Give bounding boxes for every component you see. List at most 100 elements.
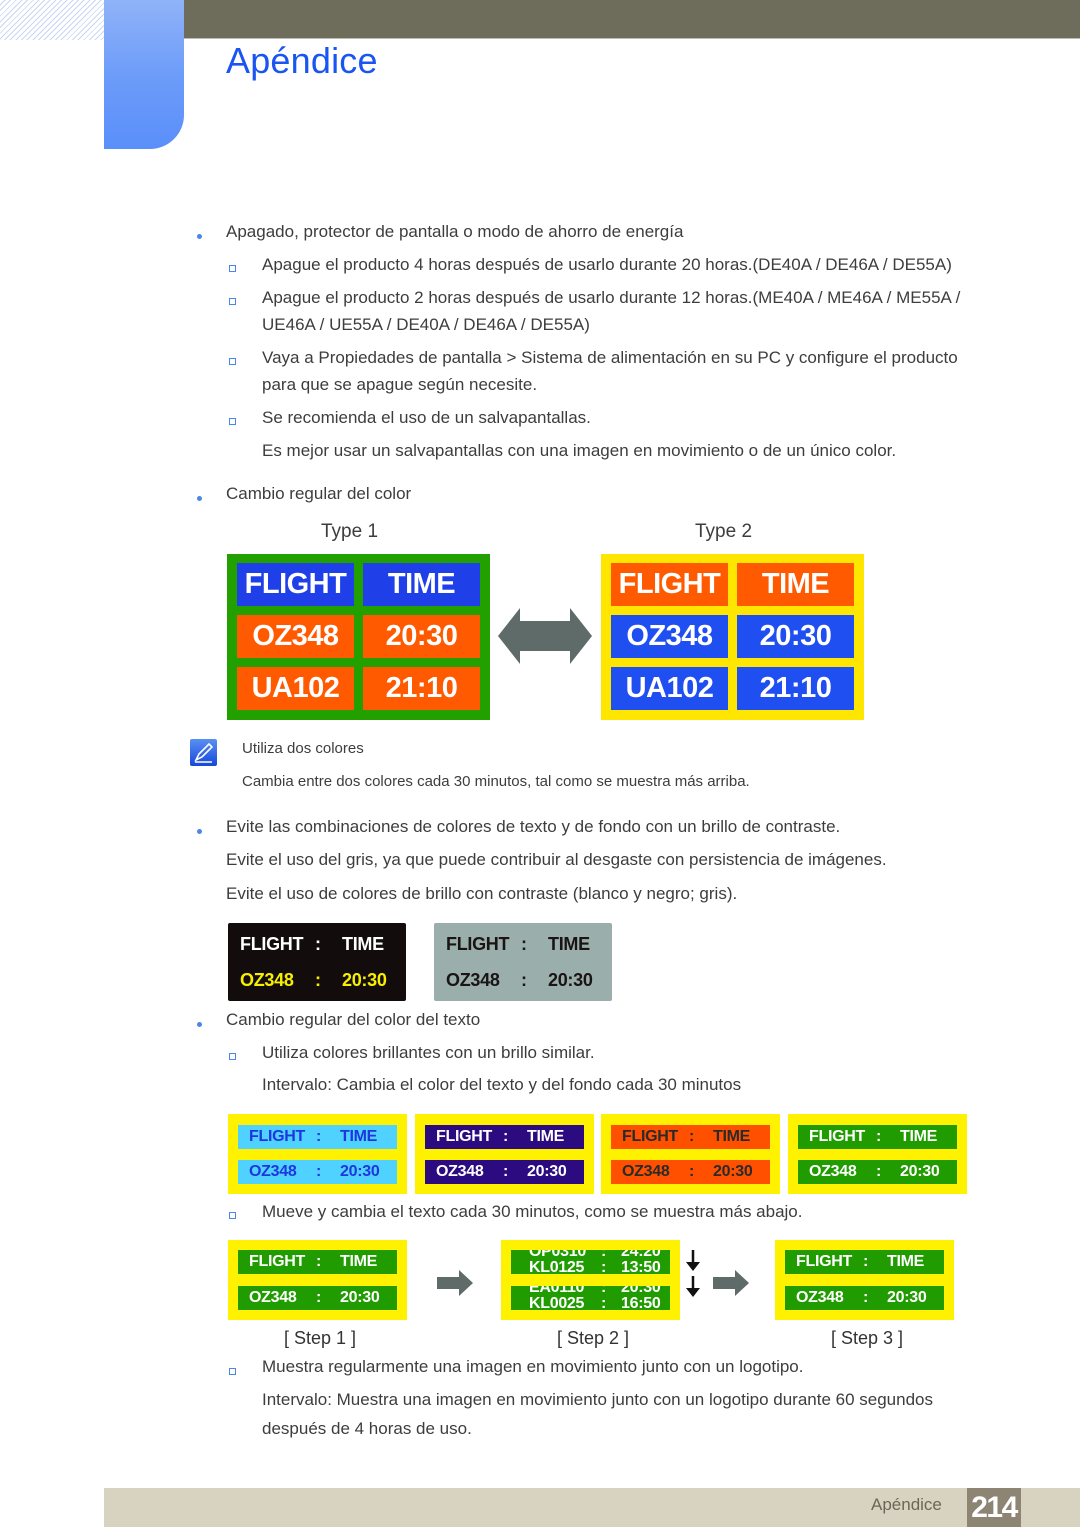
cell-text: 20:30 (548, 969, 593, 990)
cell-text: OZ348 (240, 969, 294, 990)
page-number: 214 (967, 1488, 1021, 1527)
separator: : (863, 1253, 869, 1270)
cell-text: TIME (548, 933, 590, 954)
board-header-cell: TIME (363, 563, 480, 606)
separator: : (689, 1163, 695, 1180)
board-header-row: FLIGHT: TIME (425, 1125, 584, 1149)
sub-bullet-icon (229, 418, 236, 425)
separator: : (316, 1128, 322, 1145)
separator: : (316, 1253, 322, 1270)
board-data-cell: 21:10 (363, 667, 480, 710)
sub-bullet-icon (229, 1212, 236, 1219)
page-title: Apéndice (226, 40, 378, 81)
cell-text: OZ348 (622, 1163, 670, 1180)
list-item-detail: Intervalo: Muestra una imagen en movimie… (262, 1390, 933, 1409)
board-header-row: FLIGHT: TIME (611, 1125, 770, 1149)
flight-board-type1: FLIGHT TIME OZ348 20:30 UA102 21:10 (227, 554, 490, 720)
board-data-row: OZ348:20:30 (785, 1286, 944, 1310)
scrolling-text-line: KL0025:16:50 (511, 1295, 670, 1311)
cell-text: 20:30 (713, 1163, 753, 1180)
cell-text: OZ348 (436, 1163, 484, 1180)
board-data-row: OZ348:20:30 (434, 967, 612, 993)
step2-label: [ Step 2 ] (557, 1328, 630, 1348)
separator: : (503, 1163, 509, 1180)
scrolling-text-box: OP0310:24:20 KL0125:13:50 (511, 1250, 670, 1274)
bullet-icon (197, 496, 202, 501)
note-title: Utiliza dos colores (242, 740, 364, 757)
bullet-icon (197, 234, 202, 239)
type1-label: Type 1 (321, 521, 379, 542)
board-data-row: OZ348: 20:30 (611, 1160, 770, 1184)
cell-text: OZ348 (249, 1163, 297, 1180)
board-header-cell: FLIGHT (611, 563, 728, 606)
list-item-detail: después de 4 horas de uso. (262, 1419, 472, 1438)
sub-bullet-icon (229, 298, 236, 305)
sub-bullet-icon (229, 1368, 236, 1375)
cell-text: FLIGHT (796, 1253, 852, 1270)
cell-text: TIME (900, 1128, 938, 1145)
cell-text: FLIGHT (240, 933, 304, 954)
separator: : (689, 1128, 695, 1145)
separator: : (601, 1259, 607, 1275)
cell-text: KL0025 (529, 1295, 585, 1311)
paragraph: Evite el uso de colores de brillo con co… (226, 884, 738, 903)
bullet-icon (197, 1022, 202, 1027)
scroll-down-arrows-icon (686, 1250, 700, 1297)
cell-text: FLIGHT (436, 1128, 492, 1145)
sub-bullet-icon (229, 1053, 236, 1060)
scrolling-text-line: KL0125:13:50 (511, 1259, 670, 1275)
separator: : (315, 933, 321, 954)
step3-board: FLIGHT: TIME OZ348: 20:30 (775, 1240, 954, 1320)
board-header-row: FLIGHT: TIME (434, 931, 612, 957)
separator: : (521, 933, 527, 954)
cell-text: 20:30 (887, 1289, 927, 1306)
step1-board: FLIGHT: TIME OZ348: 20:30 (228, 1240, 407, 1320)
board-data-cell: UA102 (611, 667, 728, 710)
flight-board-type2: FLIGHT TIME OZ348 20:30 UA102 21:10 (601, 554, 864, 720)
cell-text: TIME (887, 1253, 925, 1270)
cell-text: TIME (342, 933, 384, 954)
note-text: Cambia entre dos colores cada 30 minutos… (242, 773, 750, 790)
cell-text: OZ348 (249, 1289, 297, 1306)
step3-label: [ Step 3 ] (831, 1328, 904, 1348)
contrast-example-gray: FLIGHT: TIME OZ348:20:30 (434, 923, 612, 1001)
list-item-continuation: UE46A / UE55A / DE40A / DE46A / DE55A) (262, 315, 590, 334)
right-arrow-icon (437, 1270, 473, 1296)
cell-text: 20:30 (900, 1163, 940, 1180)
board-header-cell: FLIGHT (237, 563, 354, 606)
cell-text: TIME (713, 1128, 751, 1145)
list-item: Mueve y cambia el texto cada 30 minutos,… (262, 1202, 803, 1221)
double-arrow-icon (498, 608, 592, 664)
cell-text: 20:30 (340, 1163, 380, 1180)
bullet-icon (197, 829, 202, 834)
board-header-row: FLIGHT: TIME (228, 931, 406, 957)
board-header-row: FLIGHT: TIME (238, 1250, 397, 1274)
board-header-cell: TIME (737, 563, 854, 606)
cell-text: TIME (527, 1128, 565, 1145)
list-item: Muestra regularmente una imagen en movim… (262, 1357, 804, 1376)
cell-text: TIME (340, 1253, 378, 1270)
list-item: Se recomienda el uso de un salvapantalla… (262, 408, 591, 427)
board-data-cell: 20:30 (363, 615, 480, 658)
board-data-cell: 21:10 (737, 667, 854, 710)
footer-section-label: Apéndice (871, 1495, 942, 1514)
board-data-cell: OZ348 (611, 615, 728, 658)
step2-board: OP0310:24:20 KL0125:13:50 EA0110:20:30 KL00… (501, 1240, 680, 1320)
board-data-row: OZ348:20:30 (238, 1286, 397, 1310)
separator: : (863, 1289, 869, 1306)
chapter-tab (104, 0, 184, 149)
section-heading: Apagado, protector de pantalla o modo de… (226, 222, 684, 241)
board-data-cell: OZ348 (237, 615, 354, 658)
board-data-row: OZ348:20:30 (425, 1160, 584, 1184)
separator: : (503, 1128, 509, 1145)
list-item-detail: Intervalo: Cambia el color del texto y d… (262, 1075, 742, 1094)
section-heading: Cambio regular del color del texto (226, 1010, 481, 1029)
contrast-example-dark: FLIGHT: TIME OZ348:20:30 (228, 923, 406, 1001)
list-item-detail: Es mejor usar un salvapantallas con una … (262, 441, 897, 460)
cell-text: FLIGHT (249, 1128, 305, 1145)
board-header-row: FLIGHT: TIME (238, 1125, 397, 1149)
cell-text: FLIGHT (809, 1128, 865, 1145)
cell-text: 20:30 (340, 1289, 380, 1306)
note-pencil-icon (190, 739, 217, 766)
cell-text: 20:30 (342, 969, 387, 990)
